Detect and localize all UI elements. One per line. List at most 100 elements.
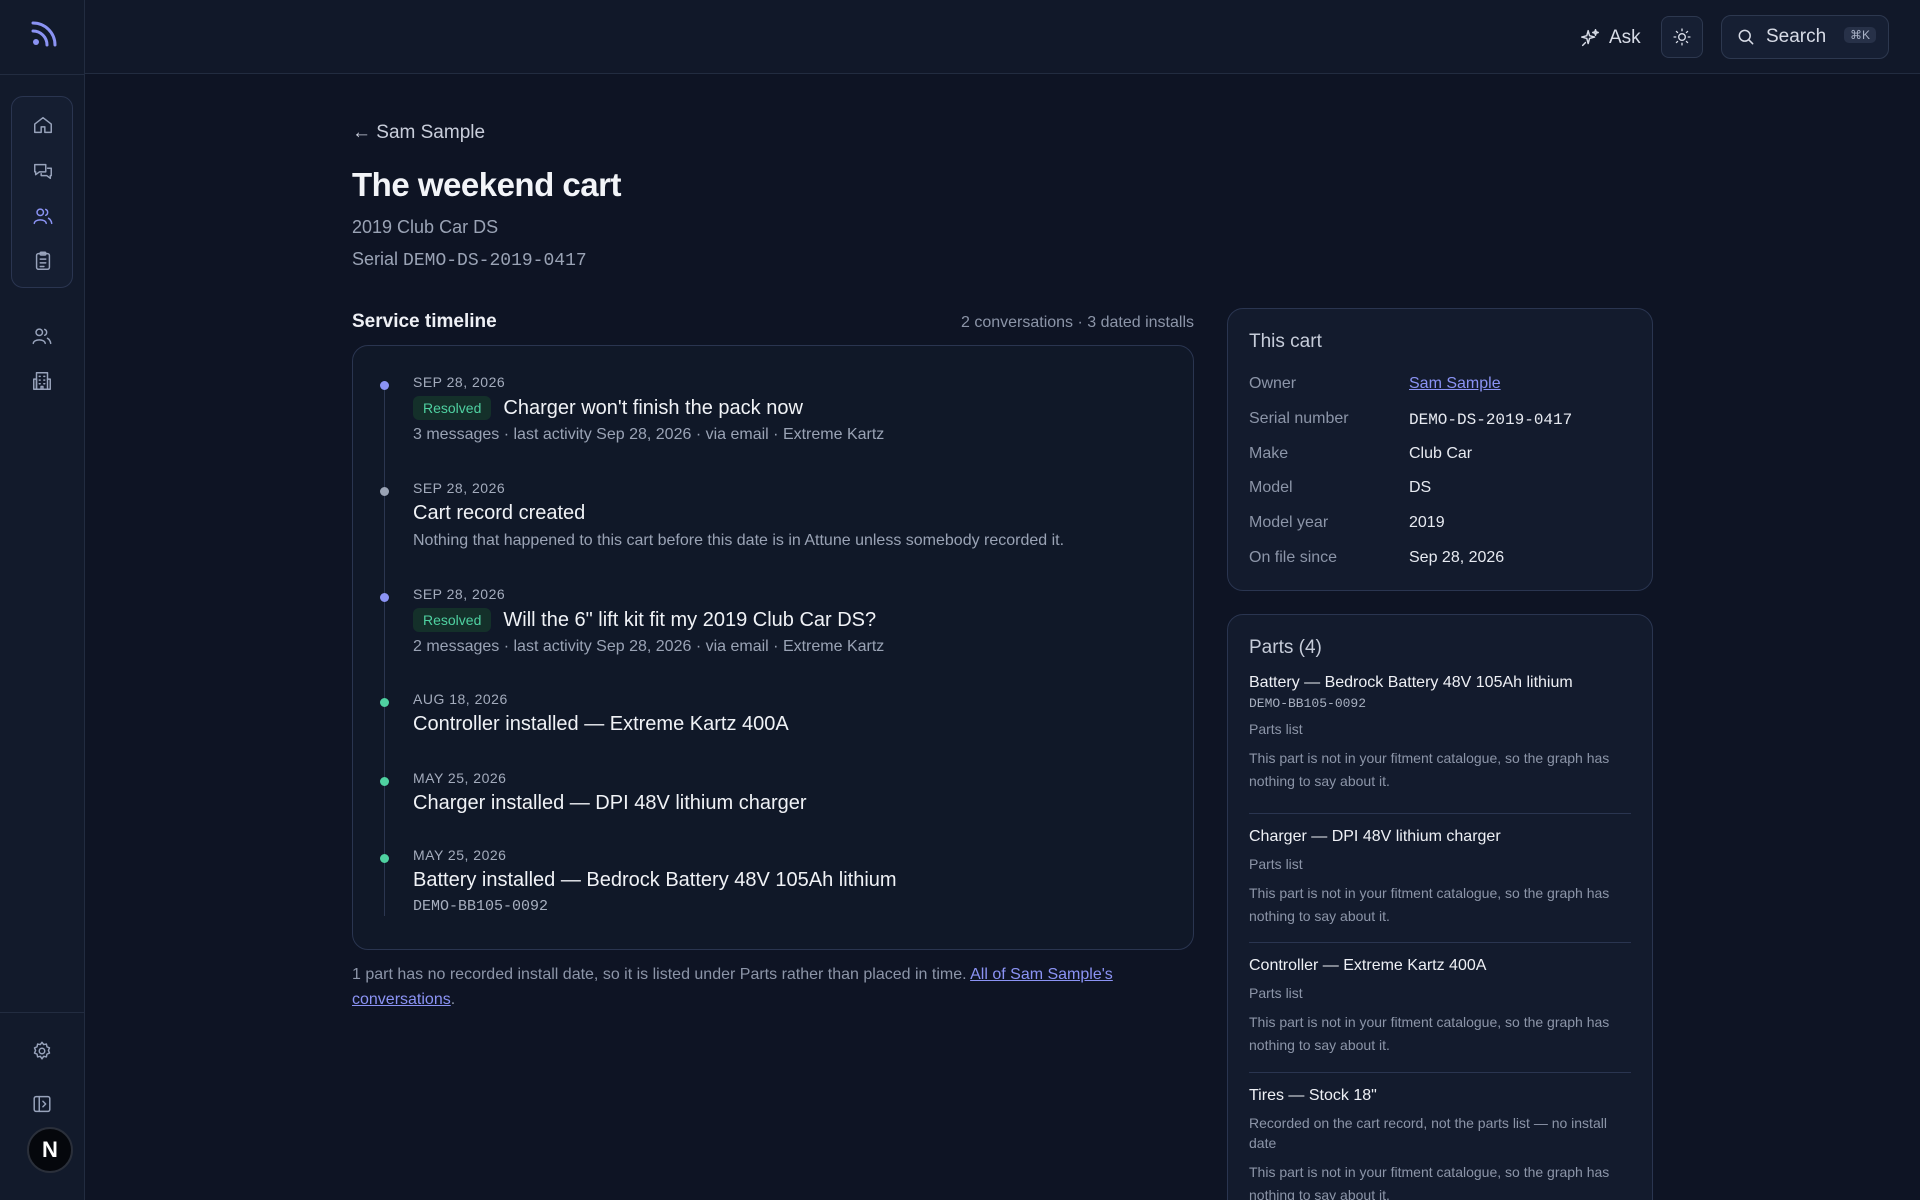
status-badge: Resolved bbox=[413, 396, 492, 420]
part-note: This part is not in your fitment catalog… bbox=[1249, 885, 1610, 924]
building-icon bbox=[33, 372, 51, 390]
detail-value: DEMO-DS-2019-0417 bbox=[1409, 410, 1573, 429]
detail-value: 2019 bbox=[1409, 514, 1445, 532]
timeline-title[interactable]: Battery installed — Bedrock Battery 48V … bbox=[413, 869, 897, 892]
part-source: Parts list bbox=[1249, 985, 1303, 1001]
timeline-heading: Charger installed — DPI 48V lithium char… bbox=[413, 792, 807, 815]
timeline-heading: Resolved Charger won't finish the pack no… bbox=[413, 396, 803, 420]
timeline-subtext: 3 messages · last activity Sep 28, 2026 … bbox=[413, 426, 885, 443]
cart-details-card: This cart Owner Sam Sample Serial number DE… bbox=[1227, 308, 1653, 591]
detail-label: Serial number bbox=[1249, 409, 1349, 427]
timeline-dot bbox=[380, 487, 389, 496]
part-item: Charger — DPI 48V lithium charger Parts l… bbox=[1249, 828, 1631, 928]
timeline-dot bbox=[380, 698, 389, 707]
back-arrow-icon: ← bbox=[352, 122, 371, 143]
footnote-text: 1 part has no recorded install date, so … bbox=[352, 966, 971, 983]
detail-label: Owner bbox=[1249, 375, 1297, 392]
timeline-dot bbox=[380, 381, 389, 390]
part-note: This part is not in your fitment catalog… bbox=[1249, 1014, 1610, 1053]
card-title: Parts (4) bbox=[1249, 637, 1322, 658]
timeline-date: SEP 28, 2026 bbox=[413, 480, 506, 496]
part-name[interactable]: Tires — Stock 18" bbox=[1249, 1087, 1631, 1105]
sparkle-icon bbox=[1581, 29, 1599, 47]
chat-icon bbox=[34, 163, 52, 180]
owner-link[interactable]: Sam Sample bbox=[1409, 375, 1501, 392]
part-source: Parts list bbox=[1249, 856, 1303, 872]
rss-feed-icon[interactable] bbox=[28, 18, 60, 50]
back-link[interactable]: ← Sam Sample bbox=[352, 122, 485, 144]
part-note: This part is not in your fitment catalog… bbox=[1249, 1164, 1610, 1200]
cart-model: 2019 Club Car DS bbox=[352, 217, 499, 237]
card-title: This cart bbox=[1249, 331, 1322, 352]
part-item: Battery — Bedrock Battery 48V 105Ah lith… bbox=[1249, 674, 1631, 793]
sun-icon bbox=[1673, 28, 1691, 46]
timeline-subtext: Nothing that happened to this cart befor… bbox=[413, 532, 1065, 549]
part-divider bbox=[1249, 942, 1631, 943]
page-title: The weekend cart bbox=[352, 166, 621, 203]
timeline-heading: Battery installed — Bedrock Battery 48V … bbox=[413, 869, 897, 892]
timeline-dot bbox=[380, 777, 389, 786]
search-label: Search bbox=[1766, 26, 1827, 47]
theme-toggle-button[interactable] bbox=[1661, 16, 1703, 58]
part-divider bbox=[1249, 1072, 1631, 1073]
part-item: Controller — Extreme Kartz 400A Parts lis… bbox=[1249, 957, 1631, 1057]
customers-icon bbox=[33, 208, 53, 225]
timeline-title[interactable]: Controller installed — Extreme Kartz 400… bbox=[413, 713, 789, 736]
nav-conversations[interactable] bbox=[12, 151, 74, 191]
detail-value: Sam Sample bbox=[1409, 375, 1501, 393]
service-timeline: SEP 28, 2026 Resolved Charger won't finish… bbox=[352, 345, 1194, 950]
top-bar: Ask Search ⌘K bbox=[85, 0, 1920, 74]
serial-value: DEMO-DS-2019-0417 bbox=[403, 251, 587, 271]
search-button[interactable]: Search ⌘K bbox=[1721, 15, 1889, 59]
timeline-serial: DEMO-BB105-0092 bbox=[413, 898, 549, 915]
team-icon bbox=[32, 328, 52, 345]
detail-value: DS bbox=[1409, 479, 1432, 497]
ask-label: Ask bbox=[1609, 27, 1641, 48]
timeline-title[interactable]: Charger won't finish the pack now bbox=[503, 397, 803, 420]
detail-value: Club Car bbox=[1409, 444, 1473, 462]
nav-home[interactable] bbox=[12, 105, 74, 145]
timeline-dot bbox=[380, 854, 389, 863]
settings-button[interactable] bbox=[22, 1031, 62, 1071]
timeline-meta: 2 conversations · 3 dated installs bbox=[960, 314, 1194, 331]
part-name[interactable]: Charger — DPI 48V lithium charger bbox=[1249, 828, 1631, 846]
sidebar-toggle-icon bbox=[33, 1095, 51, 1113]
serial-line: Serial DEMO-DS-2019-0417 bbox=[352, 249, 587, 271]
home-icon bbox=[34, 116, 52, 134]
nav-locations[interactable] bbox=[22, 361, 62, 401]
timeline-heading: Resolved Will the 6" lift kit fit my 2019… bbox=[413, 608, 876, 632]
ask-button[interactable]: Ask bbox=[1569, 20, 1651, 56]
part-divider bbox=[1249, 813, 1631, 814]
nav-customers[interactable] bbox=[12, 196, 74, 236]
footnote-end: . bbox=[450, 991, 456, 1008]
clipboard-icon bbox=[35, 251, 51, 270]
collapse-sidebar-button[interactable] bbox=[22, 1084, 62, 1124]
detail-label: Model bbox=[1249, 479, 1293, 497]
timeline-date: AUG 18, 2026 bbox=[413, 691, 508, 707]
part-source: Parts list bbox=[1249, 721, 1303, 737]
timeline-heading: Controller installed — Extreme Kartz 400… bbox=[413, 713, 789, 736]
sidebar-divider bbox=[0, 1012, 85, 1013]
search-icon bbox=[1738, 29, 1754, 45]
avatar[interactable]: N bbox=[27, 1127, 73, 1173]
timeline-line bbox=[384, 386, 385, 916]
part-serial: DEMO-BB105-0092 bbox=[1249, 696, 1367, 711]
search-shortcut: ⌘K bbox=[1843, 27, 1876, 43]
timeline-title[interactable]: Charger installed — DPI 48V lithium char… bbox=[413, 792, 807, 815]
timeline-date: SEP 28, 2026 bbox=[413, 586, 506, 602]
detail-label: Make bbox=[1249, 444, 1289, 462]
part-name[interactable]: Controller — Extreme Kartz 400A bbox=[1249, 957, 1631, 975]
timeline-dot bbox=[380, 593, 389, 602]
timeline-date: MAY 25, 2026 bbox=[413, 847, 507, 863]
timeline-date: MAY 25, 2026 bbox=[413, 770, 507, 786]
timeline-subtext: 2 messages · last activity Sep 28, 2026 … bbox=[413, 638, 885, 655]
nav-team[interactable] bbox=[22, 316, 62, 356]
timeline-title[interactable]: Will the 6" lift kit fit my 2019 Club Ca… bbox=[503, 609, 876, 632]
gear-icon bbox=[33, 1041, 51, 1060]
timeline-title[interactable]: Cart record created bbox=[413, 502, 585, 525]
timeline-heading: Cart record created bbox=[413, 502, 585, 525]
nav-tasks[interactable] bbox=[12, 241, 74, 281]
part-name[interactable]: Battery — Bedrock Battery 48V 105Ah lith… bbox=[1249, 674, 1631, 692]
detail-value: Sep 28, 2026 bbox=[1409, 549, 1505, 566]
sidebar: N bbox=[0, 0, 85, 1200]
